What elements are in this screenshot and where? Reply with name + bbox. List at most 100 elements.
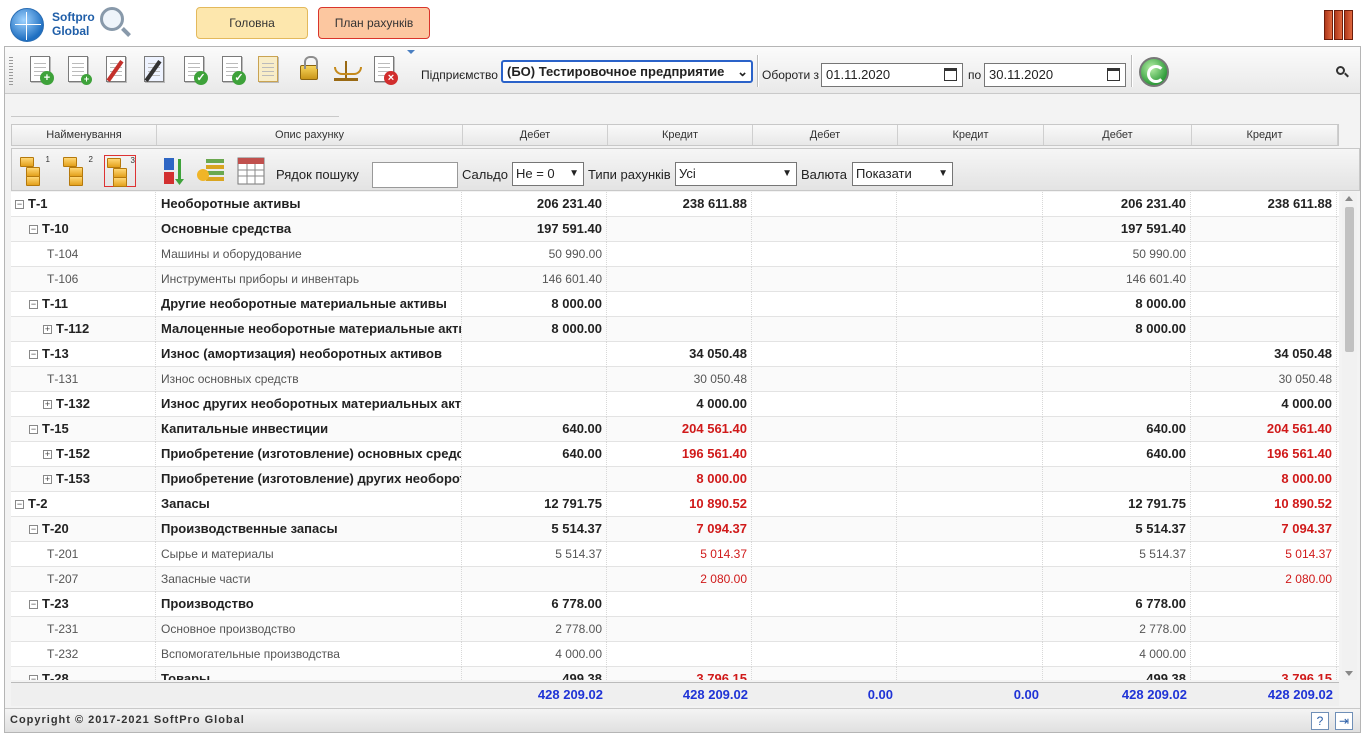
table-row[interactable]: Т-106 Инструменты приборы и инвентарь 146 … xyxy=(11,267,1339,292)
col-debit-2[interactable]: Дебет xyxy=(753,125,898,145)
table-row[interactable]: − Т-15 Капитальные инвестиции 640.00 204 561… xyxy=(11,417,1339,442)
edit-list-button[interactable] xyxy=(139,53,169,87)
table-row[interactable]: − Т-10 Основные средства 197 591.40 197 591.… xyxy=(11,217,1339,242)
expand-level-2-button[interactable]: 2 xyxy=(61,155,93,187)
account-code-cell[interactable]: Т-232 xyxy=(11,642,156,667)
date-to-input[interactable]: 30.11.2020 xyxy=(984,63,1126,87)
search-icon[interactable] xyxy=(1336,66,1345,75)
lock-button[interactable] xyxy=(293,53,323,87)
account-code-cell[interactable]: Т-231 xyxy=(11,617,156,642)
account-code-cell[interactable]: − Т-28 xyxy=(11,667,156,680)
account-code-cell[interactable]: + Т-112 xyxy=(11,317,156,342)
books-icon[interactable] xyxy=(1324,10,1354,40)
tab-home[interactable]: Головна xyxy=(196,7,308,39)
collapse-icon[interactable]: − xyxy=(29,675,38,680)
enterprise-select[interactable]: (БО) Тестировочное предприятие ⌄ xyxy=(501,60,753,83)
delete-button[interactable]: × xyxy=(369,53,399,87)
table-row[interactable]: + Т-132 Износ других необоротных материаль… xyxy=(11,392,1339,417)
collapse-icon[interactable]: − xyxy=(29,350,38,359)
sort-button[interactable] xyxy=(160,155,192,187)
currency-select[interactable]: Показати ▼ xyxy=(852,162,953,186)
approve-button[interactable]: ✓ xyxy=(179,53,209,87)
col-credit-2[interactable]: Кредит xyxy=(898,125,1044,145)
table-row[interactable]: − Т-28 Товары 499.38 3 796.15 499.38 3 796.15 xyxy=(11,667,1339,680)
account-code-cell[interactable]: − Т-11 xyxy=(11,292,156,317)
table-row[interactable]: Т-231 Основное производство 2 778.00 2 778.… xyxy=(11,617,1339,642)
account-types-select[interactable]: Усі ▼ xyxy=(675,162,797,186)
expand-level-3-button[interactable]: 3 xyxy=(104,155,136,187)
toolbar-overflow-icon[interactable] xyxy=(407,50,415,54)
date-from-input[interactable]: 01.11.2020 xyxy=(821,63,963,87)
expand-level-1-button[interactable]: 1 xyxy=(18,155,50,187)
edit-button[interactable] xyxy=(101,53,131,87)
table-row[interactable]: Т-207 Запасные части 2 080.00 2 080.00 xyxy=(11,567,1339,592)
collapse-icon[interactable]: − xyxy=(29,225,38,234)
expand-icon[interactable]: + xyxy=(43,450,52,459)
calendar-icon[interactable] xyxy=(944,68,957,81)
help-button[interactable]: ? xyxy=(1311,712,1329,730)
table-row[interactable]: Т-131 Износ основных средств 30 050.48 30 0… xyxy=(11,367,1339,392)
account-code-cell[interactable]: − Т-10 xyxy=(11,217,156,242)
open-folder-button[interactable] xyxy=(253,53,283,87)
account-code-cell[interactable]: − Т-20 xyxy=(11,517,156,542)
table-row[interactable]: − Т-11 Другие необоротные материальные акт… xyxy=(11,292,1339,317)
scroll-up-icon[interactable] xyxy=(1345,196,1353,201)
table-row[interactable]: + Т-153 Приобретение (изготовление) других… xyxy=(11,467,1339,492)
globe-logo-icon[interactable] xyxy=(10,8,44,42)
search-input[interactable] xyxy=(372,162,458,188)
account-code-cell[interactable]: + Т-132 xyxy=(11,392,156,417)
account-code-cell[interactable]: Т-207 xyxy=(11,567,156,592)
vertical-scrollbar[interactable] xyxy=(1342,192,1357,680)
account-code-cell[interactable]: − Т-15 xyxy=(11,417,156,442)
expand-icon[interactable]: + xyxy=(43,475,52,484)
account-code-cell[interactable]: − Т-13 xyxy=(11,342,156,367)
table-row[interactable]: − Т-2 Запасы 12 791.75 10 890.52 12 791.75 10 … xyxy=(11,492,1339,517)
account-code-cell[interactable]: Т-201 xyxy=(11,542,156,567)
table-row[interactable]: − Т-13 Износ (амортизация) необоротных акт… xyxy=(11,342,1339,367)
collapse-icon[interactable]: − xyxy=(15,200,24,209)
collapse-icon[interactable]: − xyxy=(29,300,38,309)
col-debit-1[interactable]: Дебет xyxy=(463,125,608,145)
expand-icon[interactable]: + xyxy=(43,400,52,409)
col-credit-3[interactable]: Кредит xyxy=(1192,125,1338,145)
logout-icon[interactable]: ⇥ xyxy=(1335,712,1353,730)
account-code-cell[interactable]: Т-131 xyxy=(11,367,156,392)
scrollbar-thumb[interactable] xyxy=(1345,207,1354,352)
table-row[interactable]: + Т-152 Приобретение (изготовление) основн… xyxy=(11,442,1339,467)
account-code-cell[interactable]: Т-104 xyxy=(11,242,156,267)
table-row[interactable]: Т-232 Вспомогательные производства 4 000.0… xyxy=(11,642,1339,667)
account-code-cell[interactable]: − Т-1 xyxy=(11,192,156,217)
account-code-cell[interactable]: − Т-2 xyxy=(11,492,156,517)
expand-icon[interactable]: + xyxy=(43,325,52,334)
add-account-button[interactable]: + xyxy=(25,53,55,87)
col-description[interactable]: Опис рахунку xyxy=(157,125,463,145)
table-row[interactable]: Т-104 Машины и оборудование 50 990.00 50 99… xyxy=(11,242,1339,267)
add-subaccount-button[interactable]: + xyxy=(63,53,93,87)
table-row[interactable]: − Т-1 Необоротные активы 206 231.40 238 611.… xyxy=(11,192,1339,217)
approve-all-button[interactable]: ✓ xyxy=(217,53,247,87)
collapse-icon[interactable]: − xyxy=(29,525,38,534)
account-code-cell[interactable]: + Т-153 xyxy=(11,467,156,492)
col-credit-1[interactable]: Кредит xyxy=(608,125,753,145)
saldo-select[interactable]: Не = 0 ▼ xyxy=(512,162,584,186)
col-name[interactable]: Найменування xyxy=(12,125,157,145)
table-row[interactable]: − Т-23 Производство 6 778.00 6 778.00 xyxy=(11,592,1339,617)
account-code-cell[interactable]: Т-106 xyxy=(11,267,156,292)
table-row[interactable]: Т-201 Сырье и материалы 5 514.37 5 014.37 5 … xyxy=(11,542,1339,567)
account-code-cell[interactable]: − Т-23 xyxy=(11,592,156,617)
table-row[interactable]: − Т-20 Производственные запасы 5 514.37 7 09… xyxy=(11,517,1339,542)
collapse-icon[interactable]: − xyxy=(15,500,24,509)
col-debit-3[interactable]: Дебет xyxy=(1044,125,1192,145)
collapse-icon[interactable]: − xyxy=(29,600,38,609)
table-view-button[interactable] xyxy=(235,155,267,187)
tab-chart-of-accounts[interactable]: План рахунків xyxy=(318,7,430,39)
toolbar-grip[interactable] xyxy=(9,57,13,85)
collapse-icon[interactable]: − xyxy=(29,425,38,434)
balance-button[interactable] xyxy=(330,53,362,87)
scroll-down-icon[interactable] xyxy=(1345,671,1353,676)
search-magnifier-icon[interactable] xyxy=(100,7,124,31)
calendar-icon[interactable] xyxy=(1107,68,1120,81)
coins-button[interactable] xyxy=(196,155,228,187)
table-row[interactable]: + Т-112 Малоценные необоротные материальны… xyxy=(11,317,1339,342)
refresh-button[interactable] xyxy=(1139,57,1169,87)
